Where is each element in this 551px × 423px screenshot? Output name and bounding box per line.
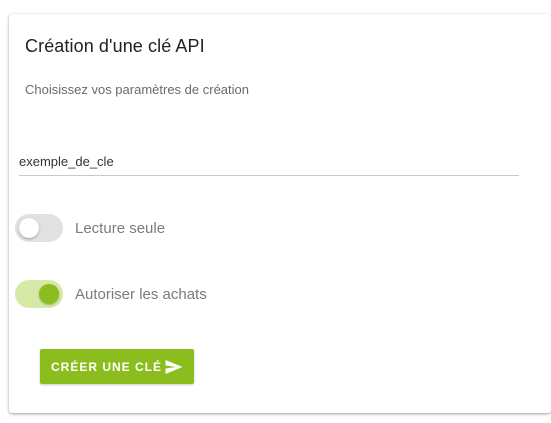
send-icon — [165, 359, 183, 375]
allow-purchases-toggle[interactable] — [15, 280, 63, 308]
create-key-button-label: CRÉER UNE CLÉ — [50, 359, 162, 374]
read-only-toggle[interactable] — [15, 214, 63, 242]
create-api-key-card: Création d'une clé API Choisissez vos pa… — [9, 14, 551, 413]
allow-purchases-label: Autoriser les achats — [75, 285, 207, 303]
read-only-row: Lecture seule — [15, 214, 165, 242]
dialog-title: Création d'une clé API — [25, 36, 205, 56]
allow-purchases-toggle-knob — [39, 284, 59, 304]
key-name-field-wrapper — [19, 149, 519, 176]
dialog-subtitle: Choisissez vos paramètres de création — [25, 82, 249, 97]
allow-purchases-row: Autoriser les achats — [15, 280, 207, 308]
read-only-label: Lecture seule — [75, 219, 166, 237]
read-only-toggle-knob — [19, 218, 39, 238]
key-name-input[interactable] — [19, 149, 519, 173]
create-key-button[interactable]: CRÉER UNE CLÉ — [40, 349, 194, 384]
page: Création d'une clé API Choisissez vos pa… — [0, 0, 551, 423]
